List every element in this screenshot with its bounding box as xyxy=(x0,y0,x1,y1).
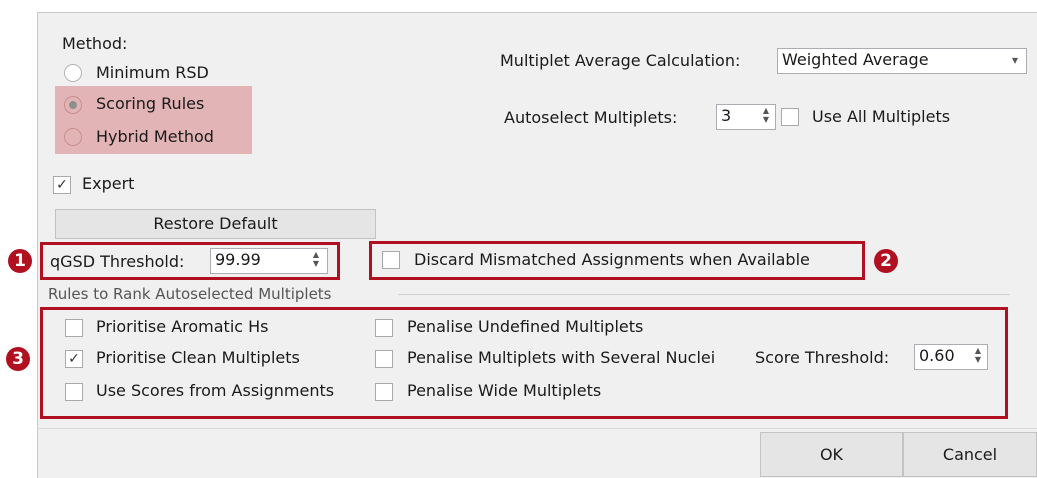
prioritise-aromatic-checkbox[interactable] xyxy=(65,319,83,337)
qgsd-spinbox[interactable]: 99.99 ▲ ▼ xyxy=(210,248,328,274)
rules-group-label: Rules to Rank Autoselected Multiplets xyxy=(48,285,332,303)
spin-up-icon[interactable]: ▲ xyxy=(760,106,772,115)
radio-scoring-rules[interactable] xyxy=(64,96,82,114)
penalise-several-nuclei-label: Penalise Multiplets with Several Nuclei xyxy=(407,348,716,367)
autoselect-spinbox[interactable]: 3 ▲ ▼ xyxy=(716,104,776,130)
annotation-badge-1: 1 xyxy=(8,249,32,273)
check-icon: ✓ xyxy=(68,351,80,367)
annotation-badge-2: 2 xyxy=(874,249,898,273)
multiplet-average-value: Weighted Average xyxy=(782,50,929,69)
spin-arrows-icon[interactable]: ▲ ▼ xyxy=(972,346,984,368)
radio-label-hybrid-method: Hybrid Method xyxy=(96,127,214,146)
penalise-undefined-label: Penalise Undefined Multiplets xyxy=(407,317,644,336)
spin-up-icon[interactable]: ▲ xyxy=(310,250,322,259)
radio-label-scoring-rules: Scoring Rules xyxy=(96,94,205,113)
multiplet-average-select[interactable]: Weighted Average ▾ xyxy=(777,48,1027,74)
use-scores-checkbox[interactable] xyxy=(65,383,83,401)
expert-checkbox[interactable]: ✓ xyxy=(53,176,71,194)
autoselect-label: Autoselect Multiplets: xyxy=(504,108,678,127)
score-threshold-spinbox[interactable]: 0.60 ▲ ▼ xyxy=(914,344,988,370)
spin-down-icon[interactable]: ▼ xyxy=(310,259,322,268)
prioritise-aromatic-label: Prioritise Aromatic Hs xyxy=(96,317,269,336)
qgsd-label: qGSD Threshold: xyxy=(50,252,185,271)
radio-label-minimum-rsd: Minimum RSD xyxy=(96,63,209,82)
discard-mismatched-label: Discard Mismatched Assignments when Avai… xyxy=(414,250,810,269)
radio-hybrid-method[interactable] xyxy=(64,128,82,146)
qgsd-value: 99.99 xyxy=(215,250,261,269)
spin-arrows-icon[interactable]: ▲ ▼ xyxy=(310,250,322,272)
use-all-multiplets-checkbox[interactable] xyxy=(781,108,799,126)
spin-up-icon[interactable]: ▲ xyxy=(972,346,984,355)
autoselect-value: 3 xyxy=(721,106,732,125)
check-icon: ✓ xyxy=(56,177,68,193)
spin-down-icon[interactable]: ▼ xyxy=(760,115,772,124)
expert-label: Expert xyxy=(82,174,135,193)
penalise-undefined-checkbox[interactable] xyxy=(375,319,393,337)
spin-arrows-icon[interactable]: ▲ ▼ xyxy=(760,106,772,128)
multiplet-average-label: Multiplet Average Calculation: xyxy=(500,51,741,70)
penalise-wide-label: Penalise Wide Multiplets xyxy=(407,381,602,400)
prioritise-clean-checkbox[interactable]: ✓ xyxy=(65,350,83,368)
prioritise-clean-label: Prioritise Clean Multiplets xyxy=(96,348,300,367)
rules-group-border xyxy=(398,294,1010,295)
chevron-down-icon: ▾ xyxy=(1011,53,1018,67)
spin-down-icon[interactable]: ▼ xyxy=(972,355,984,364)
annotation-badge-3: 3 xyxy=(6,347,30,371)
penalise-wide-checkbox[interactable] xyxy=(375,383,393,401)
footer-divider xyxy=(37,428,1037,429)
method-label: Method: xyxy=(62,34,128,53)
use-scores-label: Use Scores from Assignments xyxy=(96,381,335,400)
penalise-several-nuclei-checkbox[interactable] xyxy=(375,350,393,368)
ok-button[interactable]: OK xyxy=(760,432,903,477)
score-threshold-value: 0.60 xyxy=(919,346,955,365)
discard-mismatched-checkbox[interactable] xyxy=(382,251,400,269)
restore-default-button[interactable]: Restore Default xyxy=(55,209,376,239)
score-threshold-label: Score Threshold: xyxy=(755,348,890,367)
cancel-button[interactable]: Cancel xyxy=(903,432,1037,477)
use-all-multiplets-label: Use All Multiplets xyxy=(812,107,951,126)
radio-minimum-rsd[interactable] xyxy=(64,64,82,82)
